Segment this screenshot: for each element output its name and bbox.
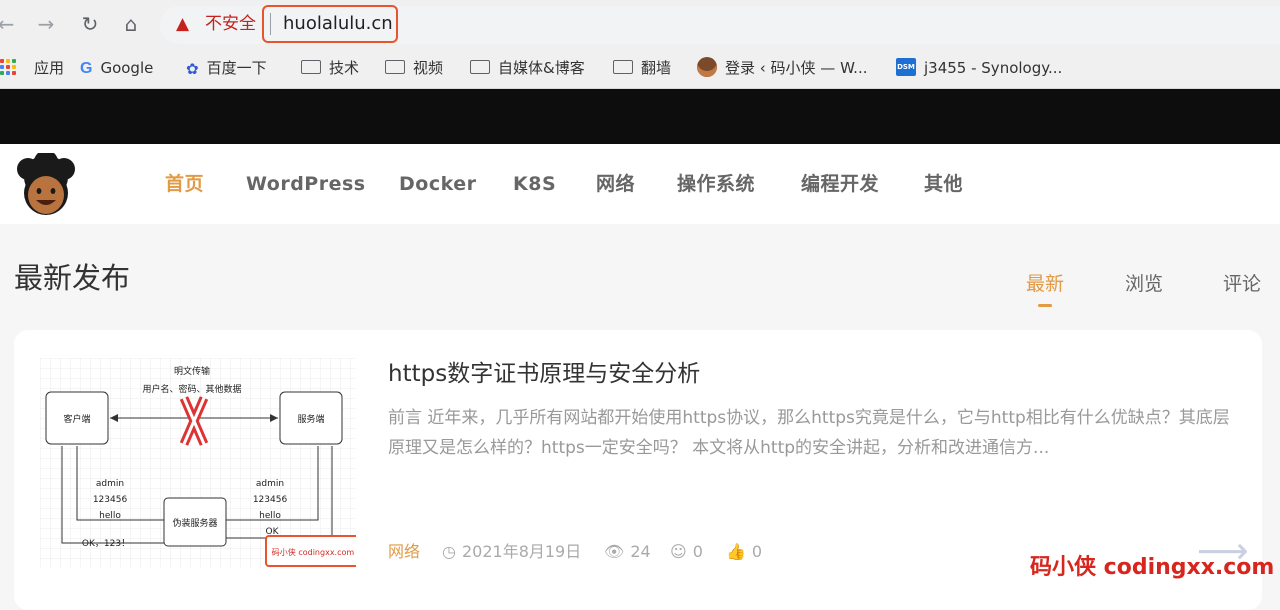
dsm-icon: DSM	[896, 57, 916, 76]
thumb-left-cred: hello	[99, 511, 121, 521]
thumb-label-plaintext: 明文传输	[174, 365, 210, 377]
post-likes[interactable]: 👍 0	[726, 541, 762, 563]
bookmark-label: 登录 ‹ 码小侠 — W...	[725, 59, 868, 77]
thumb-server-label: 服务端	[297, 413, 324, 425]
clock-icon: ◷	[442, 542, 456, 561]
forward-icon[interactable]: →	[34, 12, 58, 36]
bookmark-label: j3455 - Synology...	[924, 59, 1063, 77]
nav-docker[interactable]: Docker	[399, 170, 476, 198]
post-likes-count: 0	[751, 542, 763, 561]
nav-other[interactable]: 其他	[924, 170, 963, 198]
avatar-icon	[697, 56, 717, 77]
thumb-right-cred: admin	[256, 479, 284, 489]
nav-os[interactable]: 操作系统	[677, 170, 755, 198]
text-cursor	[270, 13, 271, 35]
nav-k8s[interactable]: K8S	[513, 170, 556, 198]
warning-icon[interactable]: ▲	[176, 14, 189, 34]
thumbs-up-icon: 👍	[726, 542, 746, 561]
folder-icon	[301, 59, 321, 74]
thumb-proxy-label: 伪装服务器	[172, 517, 217, 529]
bookmark-label: 视频	[413, 59, 444, 77]
post-views-count: 24	[630, 542, 651, 561]
baidu-paw-icon: ✿	[186, 59, 199, 78]
thumb-stamp: 码小侠 codingxx.com	[272, 547, 355, 557]
bookmark-label: 技术	[329, 59, 360, 77]
bookmark-folder-tech[interactable]: 技术	[301, 56, 359, 80]
folder-icon	[613, 59, 633, 74]
post-date-text: 2021年8月19日	[461, 542, 582, 561]
thumb-left-cred: 123456	[93, 495, 128, 505]
home-icon[interactable]: ⌂	[119, 12, 143, 36]
post-title[interactable]: https数字证书原理与安全分析	[388, 358, 700, 390]
comment-icon: ☺	[670, 542, 687, 561]
eye-icon: 👁	[604, 542, 625, 561]
watermark: 码小侠 codingxx.com	[1030, 555, 1275, 580]
thumb-client-label: 客户端	[63, 413, 90, 425]
bookmark-folder-vpn[interactable]: 翻墙	[613, 56, 671, 80]
thumb-left-cred: admin	[96, 479, 124, 489]
bookmark-folder-video[interactable]: 视频	[385, 56, 443, 80]
bookmark-label: 自媒体&博客	[498, 59, 585, 77]
post-comments: ☺ 0	[670, 541, 703, 563]
back-icon[interactable]: ←	[0, 12, 18, 36]
thumb-right-cred: hello	[259, 511, 281, 521]
bookmark-google[interactable]: G Google	[80, 56, 153, 80]
bookmark-apps[interactable]: 应用	[0, 56, 64, 80]
post-date: ◷ 2021年8月19日	[442, 541, 581, 563]
bookmark-label: Google	[100, 59, 154, 77]
folder-icon	[470, 59, 490, 74]
active-tab-indicator	[1038, 304, 1052, 307]
top-banner	[0, 89, 1280, 144]
tab-views[interactable]: 浏览	[1125, 270, 1163, 298]
google-icon: G	[80, 59, 93, 77]
site-logo-avatar[interactable]	[12, 153, 80, 217]
nav-network[interactable]: 网络	[596, 170, 635, 198]
thumb-ok-left: OK，123！	[82, 538, 130, 549]
folder-icon	[385, 59, 405, 74]
security-label[interactable]: 不安全	[205, 12, 256, 36]
tab-comments[interactable]: 评论	[1223, 270, 1261, 298]
url-text[interactable]: huolalulu.cn	[283, 12, 393, 36]
bookmark-label: 翻墙	[641, 59, 672, 77]
apps-grid-icon	[0, 58, 16, 75]
nav-programming[interactable]: 编程开发	[801, 170, 879, 198]
bookmark-baidu[interactable]: ✿ 百度一下	[186, 56, 267, 80]
post-category[interactable]: 网络	[388, 541, 420, 563]
bookmark-label: 百度一下	[206, 59, 267, 77]
post-views: 👁 24	[604, 541, 651, 563]
bookmark-login[interactable]: 登录 ‹ 码小侠 — W...	[697, 56, 868, 80]
post-comments-count: 0	[692, 542, 703, 561]
bookmark-synology[interactable]: DSM j3455 - Synology...	[896, 56, 1062, 80]
post-thumbnail[interactable]: 明文传输 用户名、密码、其他数据 客户端 服务端 伪装服务器 admin 123…	[40, 358, 356, 568]
site-header: 首页 WordPress Docker K8S 网络 操作系统 编程开发 其他	[0, 144, 1280, 224]
nav-wordpress[interactable]: WordPress	[246, 170, 366, 198]
bookmark-folder-media[interactable]: 自媒体&博客	[470, 56, 585, 80]
browser-toolbar: ← → ↻ ⌂ ▲ 不安全 huolalulu.cn	[0, 0, 1280, 48]
tab-latest[interactable]: 最新	[1026, 270, 1064, 298]
section-title: 最新发布	[14, 261, 131, 295]
thumb-label-data: 用户名、密码、其他数据	[142, 383, 241, 395]
bookmarks-bar: 应用 G Google ✿ 百度一下 技术 视频 自媒体&博客 翻墙 登录 ‹ 码小…	[0, 48, 1280, 89]
nav-home[interactable]: 首页	[165, 170, 204, 198]
reload-icon[interactable]: ↻	[78, 12, 102, 36]
bookmark-label: 应用	[34, 59, 65, 77]
thumb-right-cred: 123456	[253, 495, 288, 505]
post-excerpt: 前言 近年来，几乎所有网站都开始使用https协议，那么https究竟是什么，它…	[388, 408, 1230, 458]
